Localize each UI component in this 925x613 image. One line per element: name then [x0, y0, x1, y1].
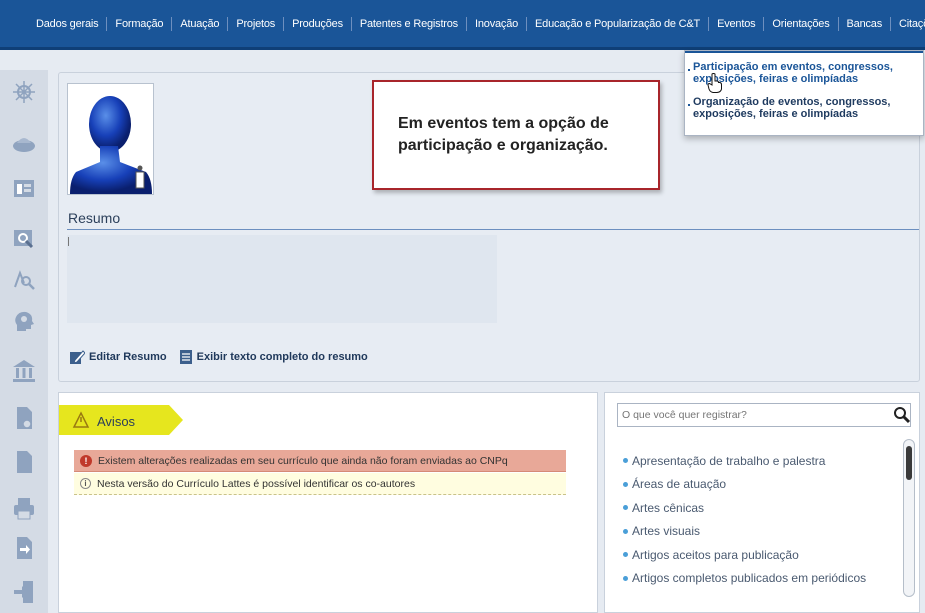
- nav-item-patentes[interactable]: Patentes e Registros: [352, 17, 467, 31]
- dropdown-border: [685, 51, 923, 53]
- info-message[interactable]: i Nesta versão do Currículo Lattes é pos…: [74, 473, 566, 495]
- bullet: [688, 69, 690, 71]
- nav-item-educacao[interactable]: Educação e Popularização de C&T: [527, 17, 710, 31]
- avatar-placeholder-icon: [70, 96, 152, 194]
- list-item-label: Áreas de atuação: [632, 477, 727, 492]
- nav-item-inovacao[interactable]: Inovação: [467, 17, 528, 31]
- bullet-icon: [623, 575, 628, 581]
- list-item-label: Apresentação de trabalho e palestra: [632, 453, 826, 468]
- document-export-icon[interactable]: [10, 534, 38, 562]
- list-item-label: Artes visuais: [632, 524, 701, 539]
- nav-item-citacoes[interactable]: Citações: [891, 17, 925, 31]
- registrar-search-input[interactable]: [617, 403, 911, 427]
- nav-item-atuacao[interactable]: Atuação: [172, 17, 229, 31]
- nav-item-eventos[interactable]: Eventos: [709, 17, 765, 31]
- warning-text: Existem alterações realizadas em seu cur…: [98, 454, 508, 467]
- document-icon[interactable]: [10, 448, 38, 476]
- list-item[interactable]: Artigos completos publicados em periódic…: [623, 567, 866, 591]
- nav-item-producoes[interactable]: Produções: [284, 17, 352, 31]
- top-navigation: Dados gerais Formação Atuação Projetos P…: [0, 0, 925, 50]
- bullet-icon: [623, 505, 628, 511]
- bullet: [688, 104, 690, 106]
- summary-divider: [67, 229, 919, 230]
- bullet-icon: [623, 528, 628, 534]
- nav-item-bancas[interactable]: Bancas: [839, 17, 892, 31]
- list-item[interactable]: Áreas de atuação: [623, 473, 866, 497]
- pencil-icon: [70, 350, 85, 364]
- warning-message[interactable]: ! Existem alterações realizadas em seu c…: [74, 450, 566, 472]
- text-document-icon: [179, 350, 192, 364]
- profile-photo[interactable]: [67, 83, 154, 195]
- list-item-label: Artes cênicas: [632, 500, 705, 515]
- error-icon: !: [80, 454, 92, 467]
- search-icon[interactable]: [893, 406, 911, 424]
- hat-icon[interactable]: [10, 130, 38, 158]
- avisos-panel: Avisos: [58, 392, 598, 613]
- bullet-icon: [623, 552, 628, 558]
- info-text: Nesta versão do Currículo Lattes é possí…: [97, 477, 416, 490]
- show-full-summary-label: Exibir texto completo do resumo: [196, 351, 368, 363]
- summary-title: Resumo: [68, 210, 121, 226]
- dropdown-item-organizacao[interactable]: Organização de eventos, congressos, expo…: [688, 96, 921, 120]
- nav-item-projetos[interactable]: Projetos: [228, 17, 285, 31]
- list-item[interactable]: Artes visuais: [623, 520, 866, 544]
- bullet-icon: [623, 481, 628, 487]
- dropdown-item-participacao[interactable]: Participação em eventos, congressos, exp…: [688, 61, 921, 85]
- head-lightbulb-icon[interactable]: [10, 308, 38, 336]
- list-item-label: Artigos completos publicados em periódic…: [632, 571, 867, 586]
- list-item-label: Artigos aceitos para publicação: [632, 547, 799, 562]
- bullet-icon: [623, 458, 628, 464]
- institution-icon[interactable]: [10, 356, 38, 384]
- text-search-icon[interactable]: [10, 266, 38, 294]
- eventos-dropdown: Participação em eventos, congressos, exp…: [684, 50, 924, 136]
- annotation-callout: Em eventos tem a opção de participação e…: [372, 80, 660, 190]
- scrollbar-thumb[interactable]: [906, 446, 912, 480]
- exit-icon[interactable]: [10, 578, 38, 606]
- printer-icon[interactable]: [10, 494, 38, 522]
- document-link-icon[interactable]: [10, 404, 38, 432]
- annotation-text: Em eventos tem a opção de participação e…: [398, 115, 609, 154]
- nav-item-orientacoes[interactable]: Orientações: [764, 17, 839, 31]
- summary-actions: Editar Resumo Exibir texto completo do r…: [69, 349, 380, 365]
- dropdown-item-organizacao-label: Organização de eventos, congressos, expo…: [693, 96, 891, 120]
- left-sidebar: [0, 70, 48, 613]
- calendar-search-icon[interactable]: [10, 224, 38, 252]
- edit-summary-button[interactable]: Editar Resumo: [69, 349, 167, 365]
- network-icon[interactable]: [10, 78, 38, 106]
- nav-item-formacao[interactable]: Formação: [107, 17, 173, 31]
- nav-item-dados-gerais[interactable]: Dados gerais: [28, 17, 108, 31]
- calendar-person-icon[interactable]: [10, 174, 38, 202]
- summary-text-area[interactable]: [67, 235, 497, 323]
- show-full-summary-button[interactable]: Exibir texto completo do resumo: [179, 349, 368, 365]
- avisos-title: Avisos: [97, 414, 136, 429]
- info-icon: i: [80, 478, 91, 489]
- registrar-panel: Apresentação de trabalho e palestra Área…: [604, 392, 920, 613]
- hand-cursor-icon: [707, 73, 722, 93]
- summary-cursor: [68, 237, 69, 246]
- list-item[interactable]: Artigos aceitos para publicação: [623, 543, 866, 567]
- edit-summary-label: Editar Resumo: [89, 351, 167, 363]
- list-item[interactable]: Artes cênicas: [623, 496, 866, 520]
- registrar-list: Apresentação de trabalho e palestra Área…: [623, 449, 866, 590]
- registrar-scrollbar[interactable]: [903, 439, 915, 597]
- list-item[interactable]: Apresentação de trabalho e palestra: [623, 449, 866, 473]
